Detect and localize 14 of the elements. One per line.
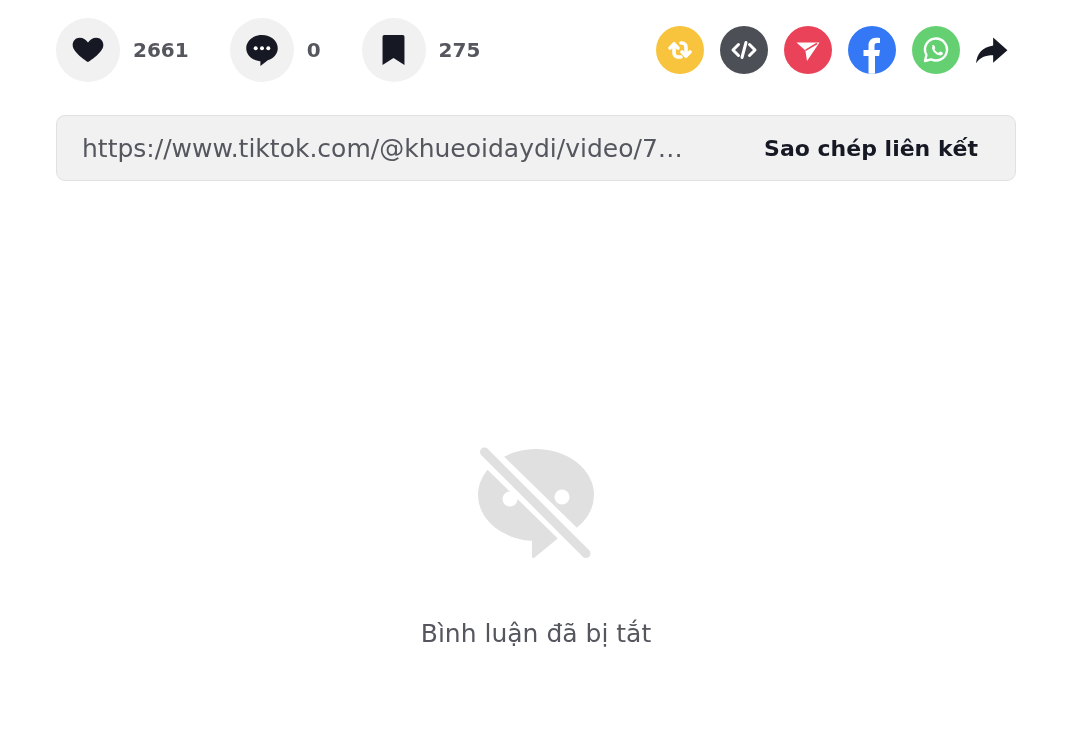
facebook-icon[interactable] — [848, 26, 896, 74]
heart-icon — [72, 37, 104, 63]
bookmark-count: 275 — [438, 38, 481, 62]
comments-off-icon — [476, 447, 596, 559]
speech-bubble-icon — [245, 34, 278, 66]
bookmark-icon — [382, 35, 406, 65]
copy-link-button[interactable]: Sao chép liên kết — [744, 116, 1015, 180]
like-count: 2661 — [133, 38, 189, 62]
paper-plane-icon[interactable] — [784, 26, 832, 74]
link-url: https://www.tiktok.com/@khueoidaydi/video/7… — [82, 133, 683, 163]
share-arrow-icon[interactable] — [976, 36, 1008, 64]
code-icon[interactable] — [720, 26, 768, 74]
comments-disabled-text: Bình luận đã bị tắt — [420, 619, 652, 648]
comment-count: 0 — [306, 38, 321, 62]
